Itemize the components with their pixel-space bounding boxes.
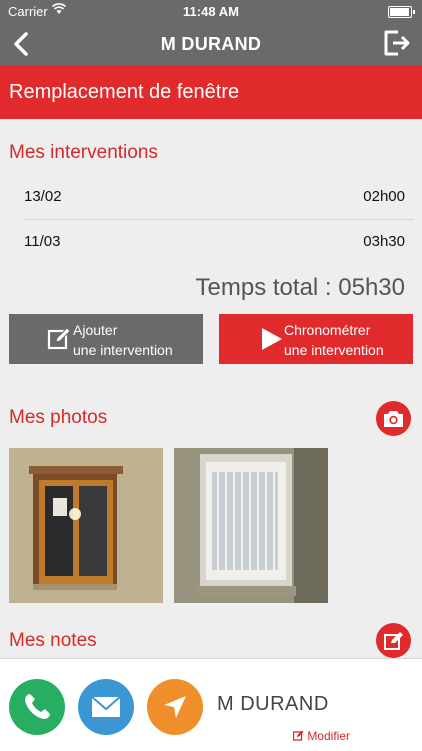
intervention-row[interactable]: 11/03 03h30 [24,221,405,265]
camera-icon [384,411,403,427]
add-button-line2: une intervention [73,342,173,358]
interventions-title: Mes interventions [9,142,158,163]
clock: 11:48 AM [183,4,239,19]
navigate-button[interactable] [147,679,203,735]
window-photo-1 [9,448,163,603]
add-intervention-button[interactable]: Ajouter une intervention [9,314,203,364]
email-button[interactable] [78,679,134,735]
battery-icon [388,6,415,18]
intervention-row[interactable]: 13/02 02h00 [24,176,405,220]
intervention-date: 13/02 [24,188,62,205]
time-intervention-button[interactable]: Chronométrer une intervention [219,314,413,364]
row-divider [24,219,414,220]
contact-name: M DURAND [217,693,329,715]
call-button[interactable] [9,679,65,735]
contact-bar: M DURAND Modifier [0,658,422,751]
modify-link[interactable]: Modifier [292,729,350,743]
phone-icon [25,694,50,719]
edit-icon [384,632,403,650]
mail-icon [91,696,121,717]
total-time: Temps total : 05h30 [195,274,405,301]
page-title: M DURAND [160,34,262,54]
add-button-line1: Ajouter [73,322,118,338]
location-arrow-icon [164,696,186,718]
modify-label: Modifier [307,729,350,743]
export-icon[interactable] [382,28,412,58]
intervention-date: 11/03 [24,233,61,250]
add-photo-button[interactable] [376,401,411,436]
navigation-bar: M DURAND [0,22,422,65]
edit-notes-button[interactable] [376,623,411,658]
status-bar: Carrier 11:48 AM [0,0,422,22]
photo-thumbnail[interactable] [174,448,328,603]
notes-title: Mes notes [9,630,97,651]
photos-title: Mes photos [9,407,108,428]
photo-thumbnail[interactable] [9,448,163,603]
job-title-banner: Remplacement de fenêtre [0,65,422,119]
intervention-duration: 03h30 [363,233,405,250]
chrono-button-line2: une intervention [284,342,384,358]
chrono-button-line1: Chronométrer [284,322,371,338]
edit-icon [47,327,71,350]
window-photo-2 [174,448,328,603]
intervention-duration: 02h00 [363,188,405,205]
edit-icon [292,730,304,741]
play-icon [262,328,282,350]
